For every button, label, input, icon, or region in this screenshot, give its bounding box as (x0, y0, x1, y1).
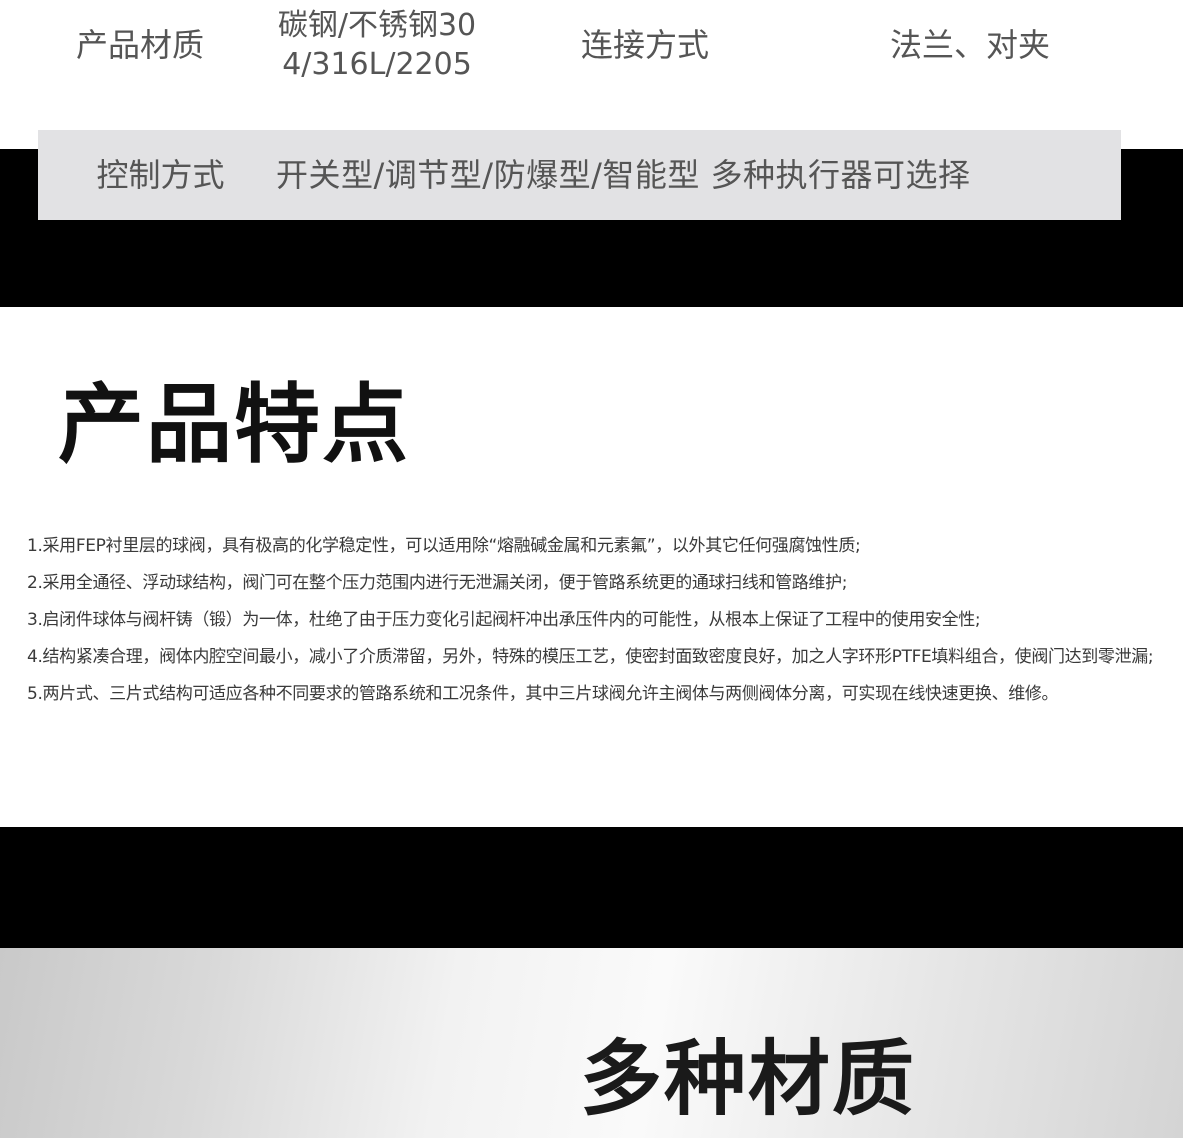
features-list: 1.采用FEP衬里层的球阀，具有极高的化学稳定性，可以适用除“熔融碱金属和元素氟… (27, 528, 1167, 713)
product-features-section: 产品特点 1.采用FEP衬里层的球阀，具有极高的化学稳定性，可以适用除“熔融碱金… (0, 307, 1183, 827)
feature-item: 3.启闭件球体与阀杆铸（锻）为一体，杜绝了由于压力变化引起阀杆冲出承压件内的可能… (27, 610, 981, 630)
control-label: 控制方式 (96, 156, 225, 194)
feature-item: 2.采用全通径、浮动球结构，阀门可在整个压力范围内进行无泄漏关闭，便于管路系统更… (27, 573, 848, 593)
materials-section: 多种材质 (0, 948, 1183, 1138)
features-title: 产品特点 (58, 375, 410, 475)
spec-row-material-connection: 产品材质 碳钢/不锈钢304/316L/2205 连接方式 法兰、对夹 (0, 0, 1183, 130)
materials-title: 多种材质 (580, 1032, 917, 1127)
material-value: 碳钢/不锈钢304/316L/2205 (277, 8, 477, 82)
connection-value: 法兰、对夹 (889, 26, 1050, 64)
black-band-bottom (0, 827, 1183, 948)
spec-row-control: 控制方式 开关型/调节型/防爆型/智能型 多种执行器可选择 (38, 130, 1121, 220)
feature-item: 4.结构紧凑合理，阀体内腔空间最小，减小了介质滞留，另外，特殊的模压工艺，使密封… (27, 647, 1154, 667)
connection-label: 连接方式 (580, 26, 709, 64)
feature-item: 1.采用FEP衬里层的球阀，具有极高的化学稳定性，可以适用除“熔融碱金属和元素氟… (27, 536, 861, 556)
feature-item: 5.两片式、三片式结构可适应各种不同要求的管路系统和工况条件，其中三片球阀允许主… (27, 684, 1059, 704)
material-label: 产品材质 (75, 26, 204, 64)
control-value: 开关型/调节型/防爆型/智能型 多种执行器可选择 (276, 156, 971, 194)
